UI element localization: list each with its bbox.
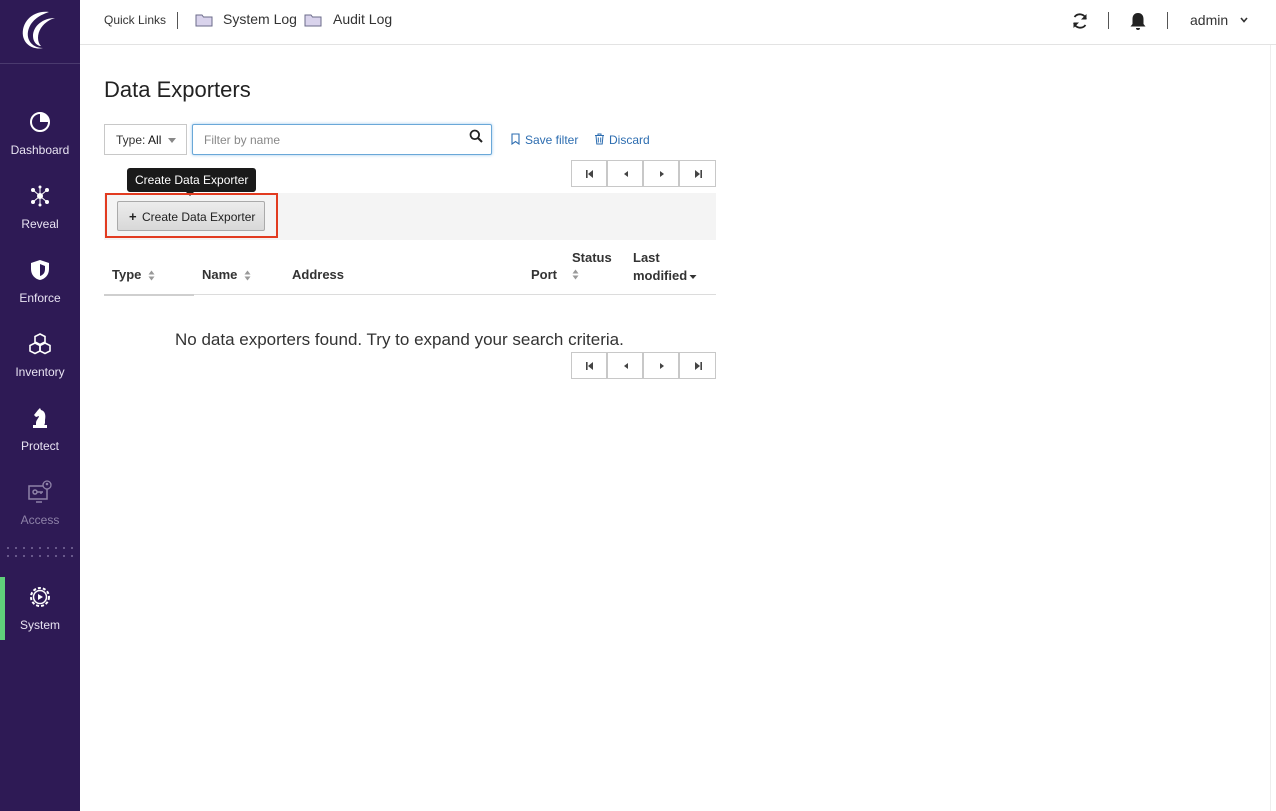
sidebar-item-label: Reveal [21,217,59,231]
divider [1108,12,1109,29]
quick-link-audit-log[interactable]: Audit Log [333,11,392,27]
first-page-button[interactable] [571,160,607,187]
sidebar-item-label: Dashboard [10,143,70,157]
shield-icon [31,260,49,280]
column-header-status[interactable]: Status [572,249,612,285]
chevron-down-icon[interactable] [1239,15,1249,25]
last-page-icon [695,170,702,178]
last-page-icon [695,362,702,370]
first-page-button[interactable] [571,352,607,379]
dashboard-icon [30,112,50,132]
caret-left-icon [624,171,628,177]
sidebar: Dashboard Reveal Enforce Inventory Prote… [0,0,80,811]
sort-icon [244,270,251,281]
access-icon [28,480,52,503]
pagination-top [571,160,716,187]
page-title: Data Exporters [104,77,251,102]
sidebar-item-inventory[interactable]: Inventory [0,332,80,396]
empty-state-message: No data exporters found. Try to expand y… [175,330,624,349]
quick-link-system-log[interactable]: System Log [223,11,297,27]
user-menu[interactable]: admin [1190,12,1228,28]
sidebar-item-reveal[interactable]: Reveal [0,184,80,248]
caret-left-icon [624,363,628,369]
inventory-icon [29,333,51,355]
topbar: Quick Links System Log Audit Log admin [80,0,1276,45]
caret-down-icon [168,138,176,143]
filter-by-name-input[interactable] [192,124,492,155]
column-header-type[interactable]: Type [112,267,155,282]
sort-indicator-underline [104,294,194,296]
sort-icon [148,270,155,281]
column-header-name[interactable]: Name [202,267,251,282]
caret-right-icon [660,363,664,369]
caret-right-icon [660,171,664,177]
type-filter-select[interactable]: Type: All [104,124,187,155]
next-page-button[interactable] [643,160,679,187]
divider [1167,12,1168,29]
table-header: Type Name Address Port Status Last modif… [104,240,716,296]
save-filter-link[interactable]: Save filter [511,133,578,147]
sidebar-item-dashboard[interactable]: Dashboard [0,110,80,174]
sort-icon [572,269,579,280]
caret-down-icon [689,274,697,279]
create-data-exporter-button[interactable]: + Create Data Exporter [117,201,265,231]
first-page-icon [586,362,593,370]
sidebar-item-system[interactable]: System [0,585,80,649]
quick-links-label: Quick Links [104,13,167,27]
next-page-button[interactable] [643,352,679,379]
folder-icon [195,14,213,27]
column-header-last-modified[interactable]: Last modified [633,249,697,285]
folder-icon [304,14,322,27]
refresh-icon[interactable] [1070,11,1090,31]
content-border [1270,45,1271,811]
sidebar-item-access[interactable]: Access [0,480,80,544]
plus-icon: + [129,209,137,224]
divider [177,12,178,29]
sidebar-item-label: Access [20,513,60,527]
sidebar-item-label: Enforce [19,291,61,305]
sidebar-item-label: Inventory [15,365,65,379]
discard-link[interactable]: Discard [594,133,650,147]
type-filter-value: Type: All [116,133,162,147]
column-header-port: Port [531,267,557,282]
logo-icon [22,11,55,49]
logo[interactable] [0,0,80,64]
sidebar-item-protect[interactable]: Protect [0,406,80,470]
trash-icon [595,133,604,145]
previous-page-button[interactable] [607,352,643,379]
reveal-icon [31,185,49,207]
previous-page-button[interactable] [607,160,643,187]
pagination-bottom [571,352,716,379]
last-page-button[interactable] [679,160,716,187]
tooltip: Create Data Exporter [127,168,257,196]
gear-icon [30,587,50,607]
sidebar-item-enforce[interactable]: Enforce [0,258,80,322]
bookmark-icon [511,133,520,145]
chess-knight-icon [33,408,47,428]
sidebar-divider [4,544,78,562]
column-header-address: Address [292,267,345,282]
bell-icon[interactable] [1128,11,1148,31]
first-page-icon [586,170,593,178]
search-icon[interactable] [469,129,483,143]
last-page-button[interactable] [679,352,716,379]
sidebar-item-label: System [19,618,60,632]
sidebar-item-label: Protect [20,439,59,453]
